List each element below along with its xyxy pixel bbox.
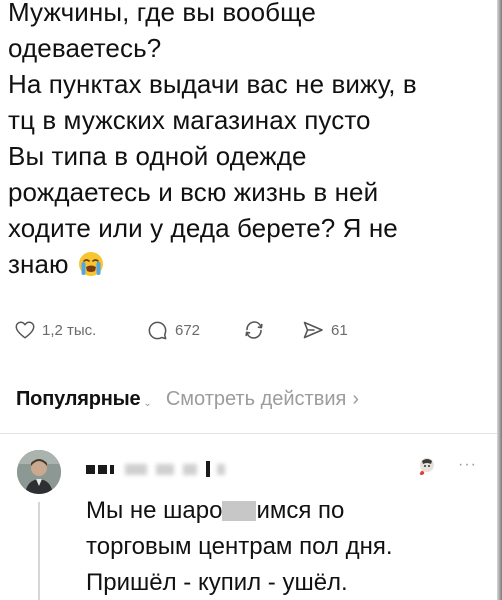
redaction-blur bbox=[125, 463, 147, 475]
avatar-image bbox=[17, 450, 61, 494]
sort-popular-dropdown[interactable]: Популярные bbox=[16, 388, 141, 411]
divider bbox=[0, 433, 497, 434]
repost-arrows-icon bbox=[245, 321, 263, 339]
like-button[interactable]: 1,2 тыс. bbox=[14, 318, 96, 342]
redaction-block bbox=[110, 464, 114, 474]
redaction-blur bbox=[156, 463, 174, 475]
more-dots-icon[interactable]: ··· bbox=[458, 456, 477, 474]
threads-post-view: Мужчины, где вы вообще одеваетесь? На пу… bbox=[0, 0, 502, 600]
post-line: рождаетесь и всю жизнь в ней bbox=[8, 177, 379, 207]
reply-body: Мы не шаро имся по торговым центрам пол д… bbox=[86, 493, 486, 600]
post-line: На пунктах выдачи вас не вижу, в bbox=[8, 69, 417, 99]
post-line: тц в мужских магазинах пусто bbox=[8, 105, 371, 135]
redaction-block bbox=[98, 464, 107, 474]
reaction-sticker-icon bbox=[419, 458, 434, 475]
post-body: Мужчины, где вы вообще одеваетесь? На пу… bbox=[8, 0, 478, 282]
redaction-block bbox=[86, 464, 95, 474]
heart-outline-icon bbox=[15, 321, 35, 339]
reply-line-end: имся по bbox=[256, 497, 345, 524]
redaction-blur bbox=[217, 463, 225, 475]
redaction-blur bbox=[183, 463, 197, 475]
post-line-last: знаю bbox=[8, 246, 478, 282]
like-count: 1,2 тыс. bbox=[42, 321, 97, 339]
reply-username-redacted[interactable] bbox=[86, 458, 225, 480]
reply-line-start: Мы не шаро bbox=[86, 497, 223, 524]
view-activity-link[interactable]: Смотреть действия bbox=[166, 388, 347, 411]
repost-button[interactable] bbox=[242, 318, 272, 342]
post-action-bar: 1,2 тыс. 672 61 bbox=[14, 318, 454, 342]
chevron-right-icon: › bbox=[352, 387, 359, 410]
post-line-text: знаю bbox=[8, 249, 69, 279]
crying-face-icon bbox=[78, 252, 103, 276]
redaction-block bbox=[206, 461, 210, 477]
replies-header: Популярные ⌄ Смотреть действия › bbox=[16, 384, 486, 414]
censor-block bbox=[222, 501, 257, 521]
speech-bubble-icon bbox=[148, 321, 167, 339]
share-button[interactable]: 61 bbox=[301, 318, 348, 342]
reply-line: Мы не шаро имся по bbox=[86, 493, 486, 529]
comment-count: 672 bbox=[175, 321, 201, 339]
post-line: Мужчины, где вы вообще bbox=[8, 0, 316, 27]
comment-button[interactable]: 672 bbox=[146, 318, 200, 342]
reply-line: Пришёл - купил - ушёл. bbox=[86, 569, 348, 596]
reply-line: торговым центрам пол дня. bbox=[86, 533, 393, 560]
chevron-down-icon: ⌄ bbox=[143, 397, 152, 409]
send-icon bbox=[303, 321, 323, 339]
thread-line bbox=[38, 502, 40, 600]
post-line: Вы типа в одной одежде bbox=[8, 141, 307, 171]
share-count: 61 bbox=[331, 321, 348, 339]
post-line: одеваетесь? bbox=[8, 33, 162, 63]
window-edge bbox=[497, 0, 502, 600]
avatar[interactable] bbox=[17, 450, 61, 494]
post-line: ходите или у деда берете? Я не bbox=[8, 213, 398, 243]
